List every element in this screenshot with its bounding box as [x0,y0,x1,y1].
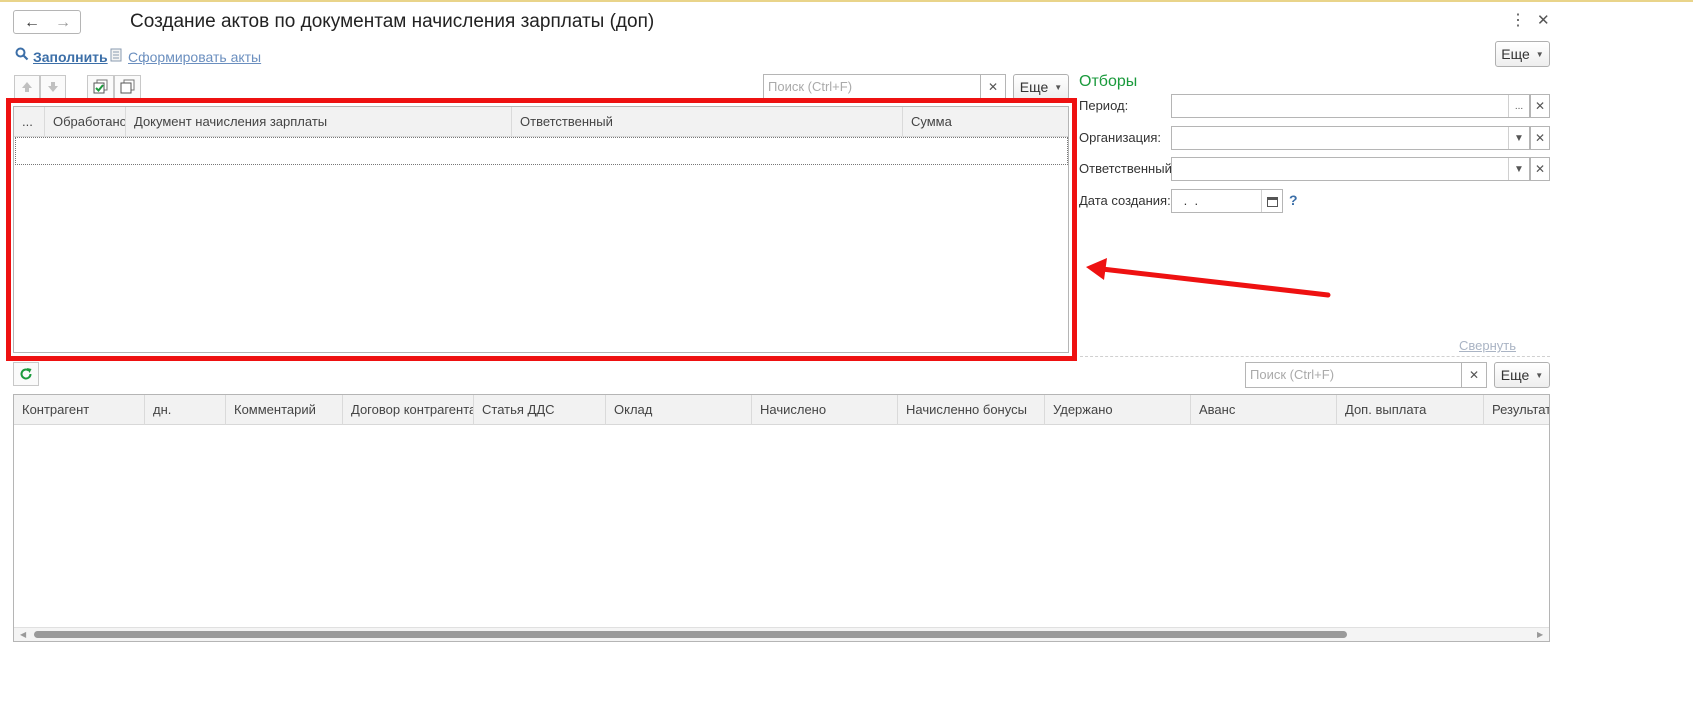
check-all-icon[interactable] [87,75,114,99]
responsible-clear-icon[interactable]: ✕ [1530,157,1550,181]
bottom-search-input[interactable]: Поиск (Ctrl+F) ✕ [1245,362,1487,388]
column-header-comment[interactable]: Комментарий [226,395,343,425]
scrollbar-thumb[interactable] [34,631,1347,638]
organization-field[interactable]: ▼ [1171,126,1530,150]
created-date-value: . . [1180,193,1199,208]
more-label: Еще [1019,79,1049,95]
responsible-label: Ответственный: [1079,161,1176,176]
filters-title: Отборы [1079,73,1138,90]
created-date-field[interactable]: . . [1171,189,1283,213]
details-table[interactable]: Контрагент дн. Комментарий Договор контр… [13,394,1550,642]
column-header-advance[interactable]: Аванс [1191,395,1337,425]
fill-button[interactable]: Заполнить [33,49,108,65]
help-icon[interactable]: ? [1289,192,1298,208]
close-icon[interactable]: ✕ [1537,11,1550,29]
chevron-down-icon[interactable]: ▼ [1508,127,1529,149]
back-icon[interactable]: ← [24,14,40,32]
column-header-salary[interactable]: Оклад [606,395,752,425]
page-title: Создание актов по документам начисления … [130,11,655,32]
refresh-icon[interactable] [13,362,39,386]
column-header-extra-payment[interactable]: Доп. выплата [1337,395,1484,425]
splitter-line[interactable] [1080,356,1550,357]
search-icon [15,47,29,64]
column-header-result[interactable]: Результат [1484,395,1549,425]
organization-clear-icon[interactable]: ✕ [1530,126,1550,150]
move-down-icon[interactable] [40,75,66,99]
more-label: Еще [1501,46,1530,62]
column-header-cash-flow-item[interactable]: Статья ДДС [474,395,606,425]
more-actions-icon[interactable]: ⋮ [1510,10,1526,30]
column-header-contract[interactable]: Договор контрагента [343,395,474,425]
chevron-down-icon[interactable]: ▼ [1508,158,1529,180]
more-label: Еще [1500,367,1530,383]
search-placeholder: Поиск (Ctrl+F) [1250,367,1335,382]
clear-search-icon[interactable]: ✕ [980,75,1005,99]
search-placeholder: Поиск (Ctrl+F) [768,79,853,94]
form-more-button[interactable]: Еще ▼ [1495,41,1550,67]
period-clear-icon[interactable]: ✕ [1530,94,1550,118]
period-field[interactable]: ... [1171,94,1530,118]
annotation-highlight-box [6,98,1077,361]
column-header-counterparty[interactable]: Контрагент [14,395,145,425]
annotation-arrow [1086,258,1331,298]
responsible-field[interactable]: ▼ [1171,157,1530,181]
column-header-withheld[interactable]: Удержано [1045,395,1191,425]
top-table-more-button[interactable]: Еще ▼ [1013,74,1069,100]
top-accent-line [0,0,1693,2]
move-up-icon[interactable] [14,75,40,99]
uncheck-all-icon[interactable] [114,75,141,99]
calendar-icon[interactable] [1261,190,1282,212]
horizontal-scrollbar[interactable]: ◀ ▶ [14,627,1549,641]
period-select-button[interactable]: ... [1508,95,1529,117]
clear-search-icon[interactable]: ✕ [1461,363,1486,387]
column-header-bonuses[interactable]: Начисленно бонусы [898,395,1045,425]
created-date-label: Дата создания: [1079,193,1171,208]
collapse-link[interactable]: Свернуть [1459,338,1516,353]
form-acts-button[interactable]: Сформировать акты [128,49,261,65]
scroll-right-icon[interactable]: ▶ [1537,630,1543,639]
period-label: Период: [1079,98,1129,113]
top-search-input[interactable]: Поиск (Ctrl+F) ✕ [763,74,1006,100]
document-icon [110,48,122,65]
column-header-accrued[interactable]: Начислено [752,395,898,425]
forward-icon[interactable]: → [55,14,71,32]
nav-buttons: ← → [13,10,81,34]
scroll-left-icon[interactable]: ◀ [20,630,26,639]
column-header-days[interactable]: дн. [145,395,226,425]
bottom-table-more-button[interactable]: Еще ▼ [1494,362,1550,388]
organization-label: Организация: [1079,130,1162,145]
table-header: Контрагент дн. Комментарий Договор контр… [14,395,1549,425]
